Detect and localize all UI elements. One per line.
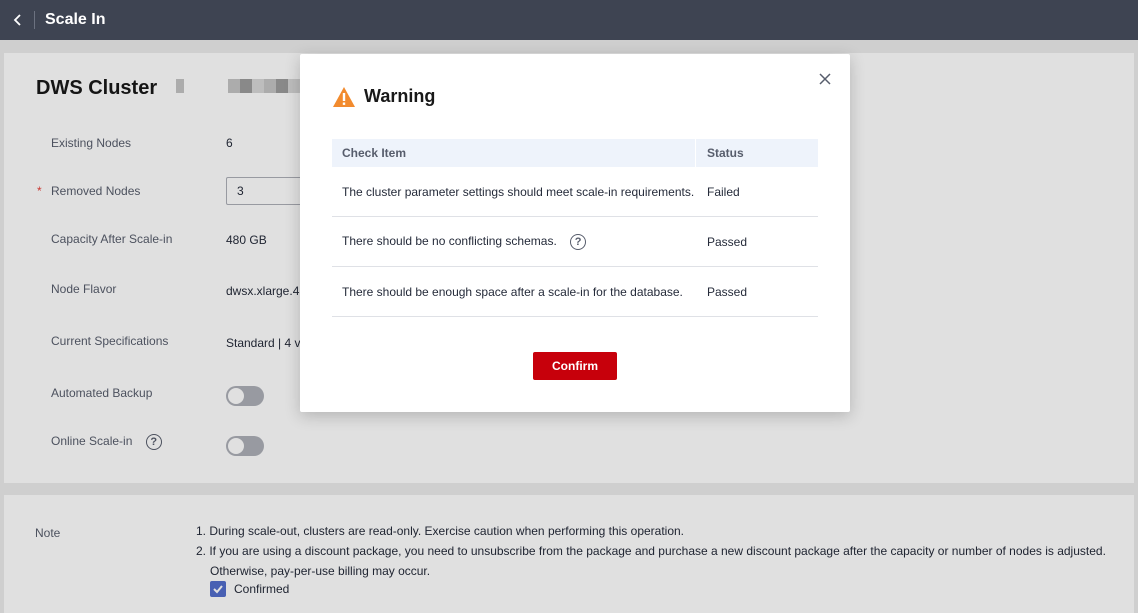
check-item-cell: There should be no conflicting schemas. …	[332, 233, 696, 250]
warning-triangle-icon	[333, 87, 355, 107]
dialog-title: Warning	[364, 86, 436, 106]
warning-dialog: Warning Check Item Status The cluster pa…	[300, 54, 850, 412]
col-status: Status	[707, 146, 744, 160]
table-row: There should be enough space after a sca…	[332, 267, 818, 317]
check-item: There should be enough space after a sca…	[342, 284, 683, 299]
table-row: There should be no conflicting schemas. …	[332, 217, 818, 267]
top-bar: Scale In	[0, 0, 1138, 40]
check-item: The cluster parameter settings should me…	[342, 184, 695, 199]
help-circle-icon[interactable]: ?	[570, 233, 587, 250]
table-header: Check Item Status	[332, 139, 818, 167]
check-status: Failed	[707, 184, 740, 199]
page-title: Scale In	[45, 11, 106, 28]
chevron-left-icon	[13, 14, 21, 26]
check-status: Passed	[707, 284, 748, 299]
col-check-item: Check Item	[332, 139, 696, 167]
table-row: The cluster parameter settings should me…	[332, 167, 818, 217]
confirm-button[interactable]: Confirm	[533, 352, 617, 380]
divider	[34, 11, 35, 29]
check-status: Passed	[707, 234, 748, 249]
check-item: There should be no conflicting schemas.	[342, 233, 557, 248]
check-table: Check Item Status The cluster parameter …	[332, 139, 818, 317]
back-button[interactable]	[4, 0, 32, 40]
close-icon[interactable]	[818, 72, 832, 86]
